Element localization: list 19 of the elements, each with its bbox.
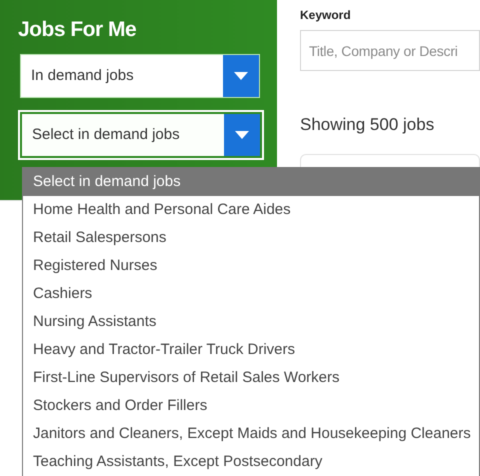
select-field[interactable]: In demand jobs bbox=[20, 54, 260, 98]
dropdown-option[interactable]: Teaching Assistants, Except Postsecondary bbox=[23, 448, 479, 476]
dropdown-option[interactable]: Home Health and Personal Care Aides bbox=[23, 196, 479, 224]
dropdown-option[interactable]: Janitors and Cleaners, Except Maids and Housekeeping Cleaners bbox=[23, 420, 479, 448]
dropdown-option[interactable]: First-Line Supervisors of Retail Sales Workers bbox=[23, 364, 479, 392]
dropdown-option[interactable]: Registered Nurses bbox=[23, 252, 479, 280]
dropdown-option[interactable]: Nursing Assistants bbox=[23, 308, 479, 336]
dropdown-option[interactable]: Select in demand jobs bbox=[23, 168, 479, 196]
select-field[interactable]: Select in demand jobs bbox=[20, 112, 262, 158]
sidebar-title: Jobs For Me bbox=[18, 18, 138, 42]
results-count: Showing 500 jobs bbox=[300, 115, 436, 135]
dropdown-caret-icon bbox=[233, 71, 249, 81]
dropdown-caret-icon bbox=[234, 130, 250, 140]
dropdown-option[interactable]: Retail Salespersons bbox=[23, 224, 479, 252]
dropdown-option[interactable]: Stockers and Order Fillers bbox=[23, 392, 479, 420]
keyword-field[interactable]: Title, Company or Descri bbox=[300, 30, 480, 71]
dropdown-option[interactable]: Heavy and Tractor-Trailer Truck Drivers bbox=[23, 336, 479, 364]
dropdown-option[interactable]: Cashiers bbox=[23, 280, 479, 308]
keyword-label: Keyword bbox=[300, 8, 352, 22]
